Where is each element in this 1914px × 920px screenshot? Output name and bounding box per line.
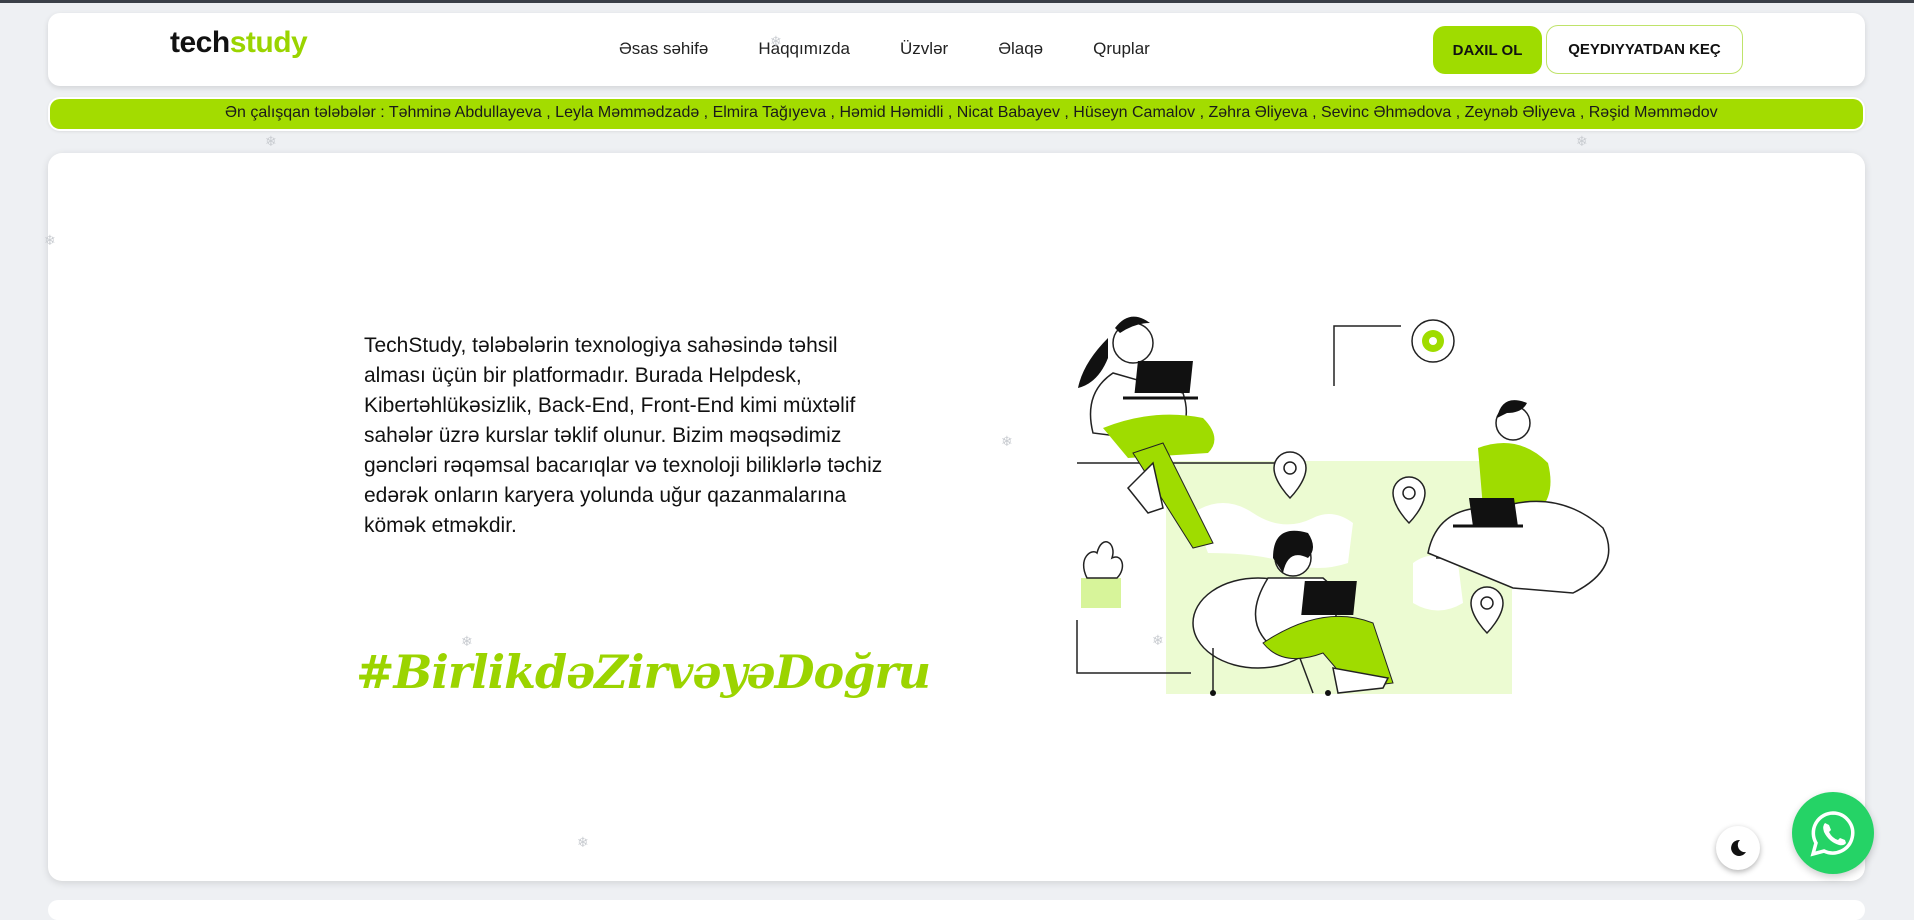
logo-part-tech: tech xyxy=(170,26,230,59)
nav-contact[interactable]: Əlaqə xyxy=(998,39,1043,59)
ticker-text: Ən çalışqan tələbələr : Təhminə Abdullay… xyxy=(225,104,1718,121)
next-section-edge xyxy=(48,900,1865,920)
navbar: techstudy Əsas səhifə Haqqımızda Üzvlər … xyxy=(48,13,1865,86)
snowflake-icon: ❄ xyxy=(265,133,277,149)
snowflake-icon: ❄ xyxy=(44,232,56,248)
snowflake-icon: ❄ xyxy=(461,633,473,649)
whatsapp-icon xyxy=(1810,811,1855,857)
login-button[interactable]: DAXIL OL xyxy=(1433,26,1542,74)
snowflake-icon: ❄ xyxy=(1001,433,1013,449)
snowflake-icon: ❄ xyxy=(770,33,782,49)
theme-toggle-button[interactable] xyxy=(1716,826,1760,870)
hero-illustration xyxy=(1076,316,1610,696)
whatsapp-chat-button[interactable] xyxy=(1792,792,1874,874)
snowflake-icon: ❄ xyxy=(577,834,589,850)
snowflake-icon: ❄ xyxy=(1576,133,1588,149)
snowflake-icon: ❄ xyxy=(1152,632,1164,648)
nav-members[interactable]: Üzvlər xyxy=(900,39,948,59)
hero-description: TechStudy, tələbələrin texnologiya sahəs… xyxy=(364,334,883,537)
logo[interactable]: techstudy xyxy=(170,26,308,60)
nav-groups[interactable]: Qruplar xyxy=(1093,39,1150,59)
nav-home[interactable]: Əsas səhifə xyxy=(619,39,708,59)
top-students-ticker: Ən çalışqan tələbələr : Təhminə Abdullay… xyxy=(50,99,1863,129)
moon-icon xyxy=(1731,839,1746,856)
top-border xyxy=(0,0,1914,3)
register-button[interactable]: QEYDIYYATDAN KEÇ xyxy=(1546,25,1743,74)
hero-hashtag: #BirlikdəZirvəyəDoğru xyxy=(356,645,931,699)
main-nav: Əsas səhifə Haqqımızda Üzvlər Əlaqə Qrup… xyxy=(619,39,1200,59)
logo-part-study: study xyxy=(229,26,308,59)
hero-section: TechStudy, tələbələrin texnologiya sahəs… xyxy=(48,153,1865,881)
